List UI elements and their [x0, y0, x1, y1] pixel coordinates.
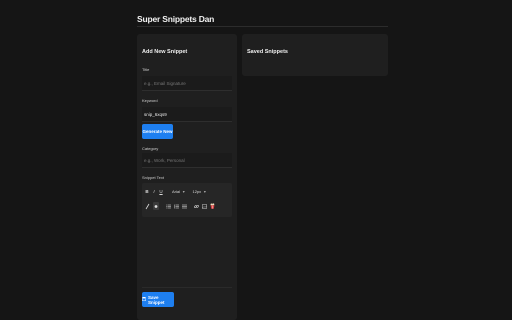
saved-snippets-panel: Saved Snippets [242, 34, 388, 76]
font-select-value: Arial [172, 189, 181, 194]
list-bullets-icon[interactable] [166, 203, 171, 210]
generate-new-button[interactable]: Generate New [142, 124, 173, 139]
link-icon[interactable] [194, 203, 199, 210]
underline-button[interactable]: U [159, 188, 163, 195]
image-icon[interactable] [202, 203, 207, 210]
size-select[interactable]: 12px ▼ [192, 189, 206, 194]
generate-new-label: Generate New [142, 129, 173, 134]
popcorn-icon[interactable] [210, 203, 215, 210]
keyword-input[interactable]: snip_6xqs9 [142, 107, 232, 122]
save-divider [142, 287, 232, 288]
keyword-label: Keyword [142, 98, 158, 103]
chevron-down-icon: ▼ [203, 189, 207, 194]
bold-button[interactable]: B [145, 188, 149, 195]
snippet-editor[interactable]: B I U Arial ▼ 12px ▼ [142, 183, 232, 217]
category-label: Category [142, 146, 159, 151]
add-snippet-panel: Add New Snippet Title e.g., Email Signat… [137, 34, 237, 320]
pen-icon[interactable] [145, 203, 150, 210]
editor-toolbar-row-1: B I U Arial ▼ 12px ▼ [145, 188, 206, 195]
size-select-value: 12px [192, 189, 202, 194]
snippet-text-label: Snippet Text [142, 175, 164, 180]
italic-button[interactable]: I [152, 188, 156, 195]
text-color-icon[interactable] [153, 202, 159, 210]
title-label: Title [142, 67, 150, 72]
list-numbers-icon[interactable] [174, 203, 179, 210]
font-select[interactable]: Arial ▼ [172, 189, 185, 194]
save-icon [141, 296, 147, 302]
category-input[interactable]: e.g., Work, Personal [142, 153, 232, 168]
saved-snippets-heading: Saved Snippets [247, 49, 288, 55]
editor-toolbar-row-2 [145, 202, 215, 210]
chevron-down-icon: ▼ [182, 189, 186, 194]
title-input[interactable]: e.g., Email Signature [142, 76, 232, 91]
add-snippet-heading: Add New Snippet [142, 49, 188, 55]
save-snippet-label: Save Snippet [148, 294, 165, 305]
align-icon[interactable] [182, 203, 187, 210]
title-divider [137, 26, 388, 27]
save-snippet-button[interactable]: Save Snippet [141, 292, 174, 307]
app-title: Super Snippets Dan [137, 14, 215, 24]
